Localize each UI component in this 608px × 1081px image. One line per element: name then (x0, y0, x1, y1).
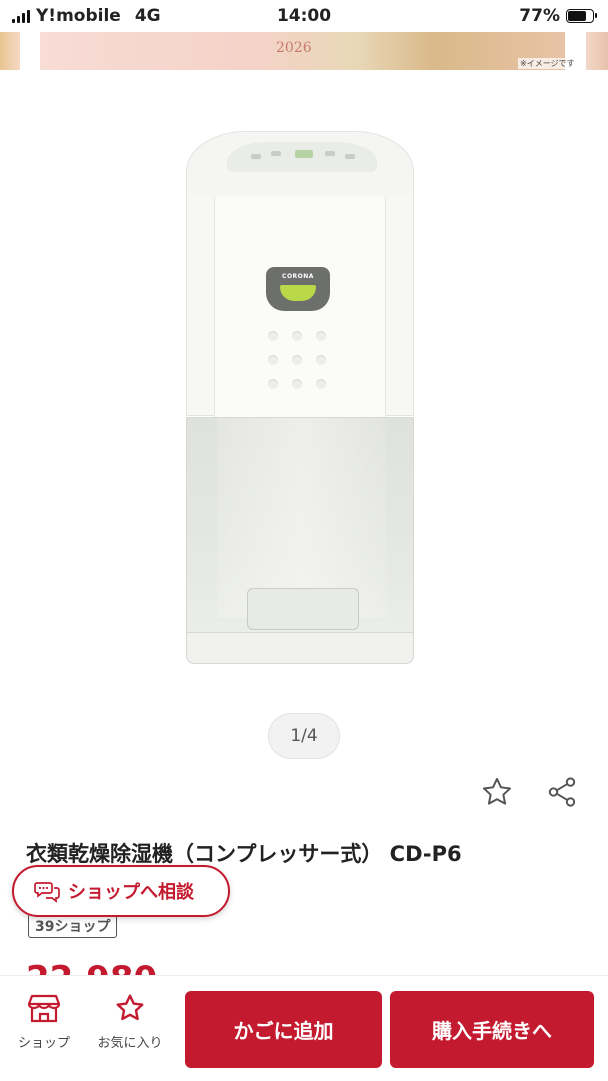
star-icon (116, 994, 144, 1021)
banner-year: 2026 (276, 40, 312, 56)
consult-shop-button[interactable]: ショップへ相談 (12, 865, 230, 917)
battery-icon (566, 9, 597, 23)
checkout-button[interactable]: 購入手続きへ (390, 991, 594, 1068)
consult-label: ショップへ相談 (68, 882, 194, 903)
corona-logo: CORONA (266, 267, 330, 311)
battery-info: 77% (519, 6, 597, 26)
water-tank (186, 417, 414, 664)
banner-note: ※イメージです (518, 58, 577, 69)
favorites-nav-button[interactable]: お気に入り (90, 992, 170, 1051)
shop-nav-button[interactable]: ショップ (4, 992, 84, 1051)
share-button[interactable] (542, 772, 582, 812)
banner-prev-slide[interactable] (0, 32, 20, 70)
product-image[interactable]: CORONA (180, 125, 420, 670)
tank-handle (247, 588, 359, 630)
control-panel (227, 142, 377, 172)
star-outline-icon (482, 777, 512, 805)
clock: 14:00 (276, 6, 332, 26)
shop-badge: 39ショップ (28, 914, 118, 938)
store-icon (27, 994, 61, 1023)
price-partial: 22,980 (26, 960, 157, 976)
promo-banner[interactable]: 2026 ※イメージです (0, 32, 608, 70)
battery-percent: 77% (519, 6, 560, 26)
banner-next-slide[interactable] (586, 32, 608, 70)
status-bar: Y!mobile 4G 14:00 77% (0, 0, 608, 34)
favorite-button[interactable] (477, 772, 517, 812)
banner-current-slide[interactable]: 2026 (40, 32, 565, 70)
favorites-nav-label: お気に入り (97, 1036, 163, 1051)
image-pager: 1/4 (268, 713, 340, 759)
bottom-action-bar: ショップ お気に入り かごに追加 購入手続きへ (0, 975, 608, 1081)
add-to-cart-button[interactable]: かごに追加 (185, 991, 382, 1068)
product-title: 衣類乾燥除湿機（コンプレッサー式） CD-P6 (26, 842, 462, 866)
shop-nav-label: ショップ (17, 1036, 70, 1051)
share-icon (548, 777, 576, 807)
chat-bubble-icon (34, 882, 60, 903)
vent-holes (268, 325, 338, 405)
